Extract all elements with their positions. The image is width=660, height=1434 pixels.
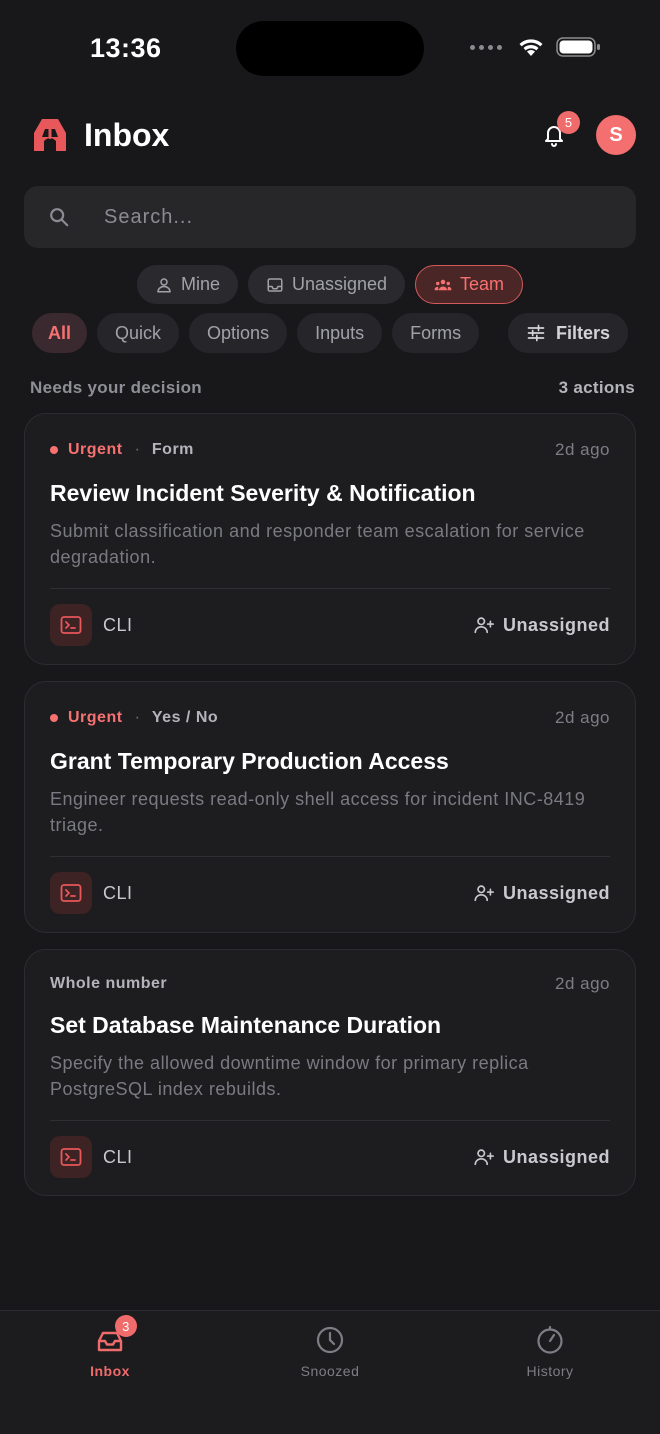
inbox-count-badge: 3: [115, 1315, 137, 1337]
battery-icon: [556, 37, 600, 57]
scope-tabs: Mine Unassigned Team: [0, 265, 660, 304]
nav-label: History: [526, 1363, 574, 1379]
search-icon: [50, 208, 69, 227]
scope-tab-unassigned[interactable]: Unassigned: [247, 265, 406, 304]
action-type: Yes / No: [151, 709, 219, 726]
search-bar[interactable]: [24, 186, 636, 248]
separator-dot: ·: [134, 441, 140, 458]
assign-button[interactable]: Unassigned: [473, 614, 610, 636]
action-card[interactable]: Urgent · Yes / No 2d ago Grant Temporary…: [24, 681, 636, 933]
card-title: Grant Temporary Production Access: [50, 748, 449, 774]
nav-label: Inbox: [90, 1363, 130, 1379]
scope-tab-label: Unassigned: [291, 274, 388, 294]
card-title: Set Database Maintenance Duration: [50, 1012, 442, 1038]
scope-tab-team[interactable]: Team: [415, 265, 524, 304]
card-divider: [50, 856, 610, 857]
urgent-dot-icon: [50, 714, 58, 722]
app-header: Inbox 5 S: [30, 111, 636, 158]
history-icon: [537, 1325, 563, 1354]
terminal-icon: [50, 604, 92, 646]
sliders-icon: [527, 324, 545, 342]
filter-inputs[interactable]: Inputs: [297, 313, 383, 353]
card-age: 2d ago: [555, 440, 610, 459]
card-divider: [50, 1120, 610, 1121]
wifi-icon: [519, 39, 543, 56]
section-title: Needs your decision: [30, 378, 202, 397]
bottom-nav: 3 Inbox Snoozed History: [0, 1310, 660, 1434]
add-user-icon: [474, 885, 494, 902]
assign-button[interactable]: Unassigned: [473, 1146, 610, 1168]
assignee-label: Unassigned: [502, 1146, 610, 1167]
status-indicators: [470, 36, 602, 58]
scope-tab-label: Mine: [180, 274, 220, 294]
add-user-icon: [474, 617, 494, 634]
assign-button[interactable]: Unassigned: [473, 882, 610, 904]
card-description: Engineer requests read-only shell access…: [50, 789, 586, 835]
status-bar: 13:36: [0, 0, 660, 98]
add-user-icon: [474, 1149, 494, 1166]
scope-tab-label: Team: [460, 274, 505, 294]
user-avatar[interactable]: S: [596, 115, 636, 155]
filters-button[interactable]: Filters: [507, 313, 628, 353]
filter-forms[interactable]: Forms: [392, 313, 480, 353]
urgent-dot-icon: [50, 446, 58, 454]
app-logo-icon: [34, 119, 66, 151]
nav-item-history[interactable]: History: [440, 1311, 660, 1434]
filter-options[interactable]: Options: [189, 313, 288, 353]
team-icon: [434, 279, 452, 290]
section-count: 3 actions: [558, 378, 635, 397]
card-age: 2d ago: [555, 974, 610, 993]
action-card[interactable]: Urgent · Form 2d ago Review Incident Sev…: [24, 413, 636, 665]
priority-label: Urgent: [68, 709, 123, 726]
dynamic-island: [236, 21, 424, 76]
separator-dot: ·: [134, 709, 140, 726]
page-title: Inbox: [84, 116, 170, 153]
card-age: 2d ago: [555, 708, 610, 727]
assignee-label: Unassigned: [502, 882, 610, 903]
terminal-icon: [50, 1136, 92, 1178]
notification-count-badge: 5: [557, 111, 580, 134]
card-title: Review Incident Severity & Notification: [50, 480, 476, 506]
scope-tab-mine[interactable]: Mine: [136, 265, 238, 304]
nav-item-inbox[interactable]: 3 Inbox: [0, 1311, 220, 1434]
type-filters: All Quick Options Inputs Forms Filters: [32, 313, 628, 353]
assignee-label: Unassigned: [502, 614, 610, 635]
filter-all[interactable]: All: [32, 313, 88, 353]
user-icon: [157, 277, 171, 292]
terminal-icon: [50, 872, 92, 914]
search-input[interactable]: [104, 205, 554, 229]
section-header: Needs your decision 3 actions: [30, 378, 635, 398]
card-description: Submit classification and responder team…: [50, 521, 585, 567]
filters-label: Filters: [555, 322, 610, 343]
card-description: Specify the allowed downtime window for …: [50, 1053, 529, 1099]
notifications-button[interactable]: 5: [536, 111, 580, 153]
action-type: Whole number: [50, 975, 168, 992]
cellular-signal-icon: [470, 44, 502, 50]
action-type: Form: [151, 441, 194, 458]
source-label: CLI: [103, 1146, 133, 1167]
status-time: 13:36: [90, 33, 162, 63]
source-label: CLI: [103, 614, 133, 635]
action-card[interactable]: Whole number 2d ago Set Database Mainten…: [24, 949, 636, 1196]
source-label: CLI: [103, 882, 133, 903]
inbox-tray-icon: [267, 277, 283, 292]
filter-quick[interactable]: Quick: [97, 313, 180, 353]
priority-label: Urgent: [68, 441, 123, 458]
clock-icon: [316, 1326, 344, 1354]
nav-item-snoozed[interactable]: Snoozed: [220, 1311, 440, 1434]
card-divider: [50, 588, 610, 589]
nav-label: Snoozed: [300, 1363, 360, 1379]
